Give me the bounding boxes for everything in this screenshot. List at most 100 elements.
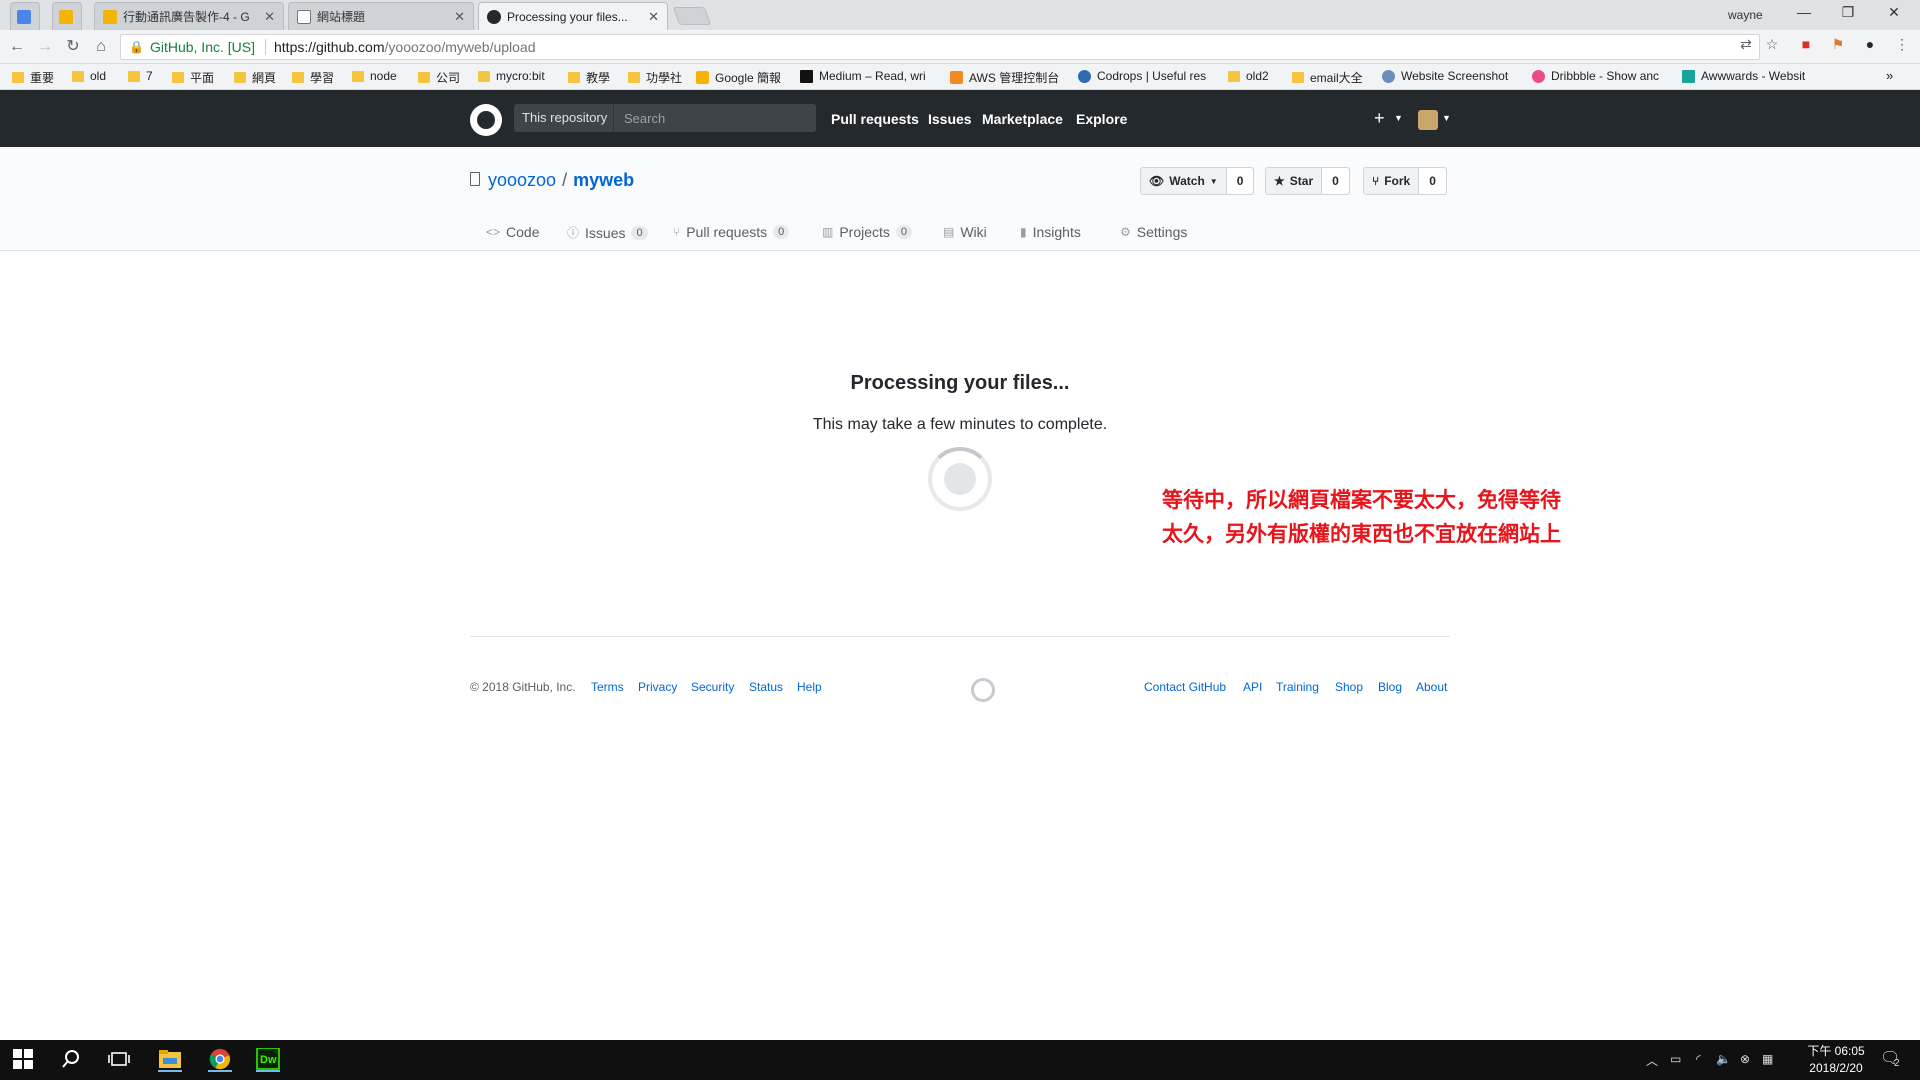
footer-link-help[interactable]: Help	[797, 680, 822, 694]
tab-slides-ad[interactable]: 行動通訊廣告製作-4 - G ✕	[94, 2, 284, 30]
bookmark-aws[interactable]: AWS 管理控制台	[950, 69, 1059, 86]
google-slides-icon	[696, 71, 709, 84]
chevron-up-icon[interactable]: ︿	[1646, 1052, 1658, 1069]
bookmark-awwwards[interactable]: Awwwards - Websit	[1682, 69, 1818, 83]
nav-marketplace[interactable]: Marketplace	[982, 111, 1063, 127]
plus-icon[interactable]: +	[1374, 108, 1385, 129]
tab-processing[interactable]: Processing your files... ✕	[478, 2, 668, 30]
extension-icon[interactable]: ■	[1796, 36, 1816, 52]
fork-count[interactable]: 0	[1418, 168, 1446, 194]
close-icon[interactable]: ✕	[264, 9, 275, 25]
bookmark-codrops[interactable]: Codrops | Useful res	[1078, 69, 1216, 83]
repo-title: yooozoo / myweb	[488, 170, 634, 191]
tab-projects[interactable]: ▥ Projects 0	[822, 224, 913, 240]
clock[interactable]: 下午 06:05 2018/2/20	[1786, 1043, 1886, 1077]
bookmark-folder[interactable]: 7	[128, 69, 153, 83]
bookmark-folder[interactable]: node	[352, 69, 397, 83]
svg-text:Dw: Dw	[260, 1054, 277, 1066]
watch-count[interactable]: 0	[1225, 168, 1254, 194]
tab-wiki[interactable]: ▤ Wiki	[943, 224, 987, 240]
search-input[interactable]	[614, 104, 816, 132]
tab-slides[interactable]	[52, 2, 82, 30]
avatar[interactable]	[1418, 110, 1438, 130]
address-bar[interactable]: 🔒 GitHub, Inc. [US] https://github.com /…	[120, 34, 1760, 60]
footer-link-status[interactable]: Status	[749, 680, 783, 694]
bookmark-website-screenshot[interactable]: Website Screenshot	[1382, 69, 1518, 83]
translate-icon[interactable]: ⇄	[1736, 36, 1756, 53]
bookmark-medium[interactable]: Medium – Read, wri	[800, 69, 940, 83]
bookmark-folder[interactable]: 平面	[172, 69, 214, 86]
bookmark-folder[interactable]: old	[72, 69, 106, 83]
footer-link-about[interactable]: About	[1416, 680, 1447, 694]
battery-icon[interactable]: ▭	[1670, 1052, 1681, 1066]
profile-name[interactable]: wayne	[1728, 8, 1763, 22]
bookmark-folder[interactable]: 功學社	[628, 69, 682, 86]
tab-title: 行動通訊廣告製作-4 - G	[123, 10, 250, 24]
extension-icon[interactable]: ⚑	[1828, 36, 1848, 53]
forward-icon[interactable]: →	[34, 36, 56, 58]
footer-link-api[interactable]: API	[1243, 680, 1262, 694]
menu-icon[interactable]: ⋮	[1892, 36, 1912, 53]
home-icon[interactable]: ⌂	[90, 36, 112, 58]
bookmark-dribbble[interactable]: Dribbble - Show anc	[1532, 69, 1668, 83]
back-icon[interactable]: ←	[6, 36, 28, 58]
nav-issues[interactable]: Issues	[928, 111, 972, 127]
search-scope[interactable]: This repository	[514, 104, 816, 132]
bookmark-folder[interactable]: 學習	[292, 69, 334, 86]
github-extension-icon[interactable]: ●	[1860, 36, 1880, 52]
repo-name-link[interactable]: myweb	[573, 170, 634, 190]
volume-icon[interactable]: 🔈	[1716, 1052, 1731, 1066]
search-icon[interactable]	[60, 1048, 84, 1072]
tab-issues[interactable]: ⓘ Issues 0	[567, 224, 648, 241]
tab-pull-requests[interactable]: ⑂ Pull requests 0	[673, 224, 790, 240]
github-logo-icon[interactable]	[470, 104, 502, 136]
chrome-icon[interactable]	[208, 1048, 232, 1072]
tab-site-title[interactable]: 網站標題 ✕	[288, 2, 474, 30]
folder-icon	[172, 72, 184, 83]
tab-code[interactable]: <> Code	[486, 224, 539, 240]
bookmarks-overflow-icon[interactable]: »	[1886, 68, 1893, 83]
restore-icon[interactable]: ❐	[1828, 4, 1868, 21]
footer-link-contact[interactable]: Contact GitHub	[1144, 680, 1226, 694]
close-icon[interactable]: ✕	[648, 9, 659, 25]
close-icon[interactable]: ✕	[454, 9, 465, 25]
nav-pull-requests[interactable]: Pull requests	[831, 111, 919, 127]
footer-link-security[interactable]: Security	[691, 680, 734, 694]
repo-owner-link[interactable]: yooozoo	[488, 170, 556, 190]
status-icon[interactable]: ⊗	[1740, 1052, 1750, 1066]
keyboard-icon[interactable]: ▦	[1762, 1052, 1773, 1066]
bookmark-folder[interactable]: 網頁	[234, 69, 276, 86]
tab-docs[interactable]	[10, 2, 40, 30]
new-tab-button[interactable]	[672, 7, 712, 25]
file-explorer-icon[interactable]	[158, 1048, 182, 1072]
bookmark-folder[interactable]: 重要	[12, 69, 54, 86]
footer-link-training[interactable]: Training	[1276, 680, 1319, 694]
bookmark-folder[interactable]: email大全	[1292, 69, 1363, 86]
github-footer-logo-icon[interactable]	[971, 678, 995, 702]
task-view-icon[interactable]	[108, 1048, 132, 1072]
star-button[interactable]: ★ Star 0	[1265, 167, 1350, 195]
bookmark-folder[interactable]: 公司	[418, 69, 460, 86]
reload-icon[interactable]: ↻	[62, 36, 84, 58]
footer-link-blog[interactable]: Blog	[1378, 680, 1402, 694]
dreamweaver-icon[interactable]: Dw	[256, 1047, 280, 1072]
star-count[interactable]: 0	[1321, 168, 1349, 194]
nav-explore[interactable]: Explore	[1076, 111, 1127, 127]
star-icon[interactable]: ☆	[1762, 36, 1782, 53]
footer-link-terms[interactable]: Terms	[591, 680, 624, 694]
footer-link-shop[interactable]: Shop	[1335, 680, 1363, 694]
minimize-icon[interactable]: —	[1784, 4, 1824, 20]
bookmark-folder[interactable]: 教學	[568, 69, 610, 86]
wifi-icon[interactable]: ◜	[1696, 1052, 1701, 1066]
bookmark-folder[interactable]: mycro:bit	[478, 69, 545, 83]
windows-start-icon[interactable]	[12, 1048, 36, 1072]
window-close-icon[interactable]: ✕	[1874, 4, 1914, 21]
bookmark-label: node	[370, 69, 397, 83]
watch-button[interactable]: 👁 Watch ▼ 0	[1140, 167, 1255, 195]
bookmark-folder[interactable]: old2	[1228, 69, 1269, 83]
tab-insights[interactable]: ▮ Insights	[1020, 224, 1081, 240]
footer-link-privacy[interactable]: Privacy	[638, 680, 677, 694]
bookmark-google-slides[interactable]: Google 簡報	[696, 69, 781, 86]
tab-settings[interactable]: ⚙ Settings	[1120, 224, 1187, 240]
fork-button[interactable]: ⑂ Fork 0	[1363, 167, 1447, 195]
